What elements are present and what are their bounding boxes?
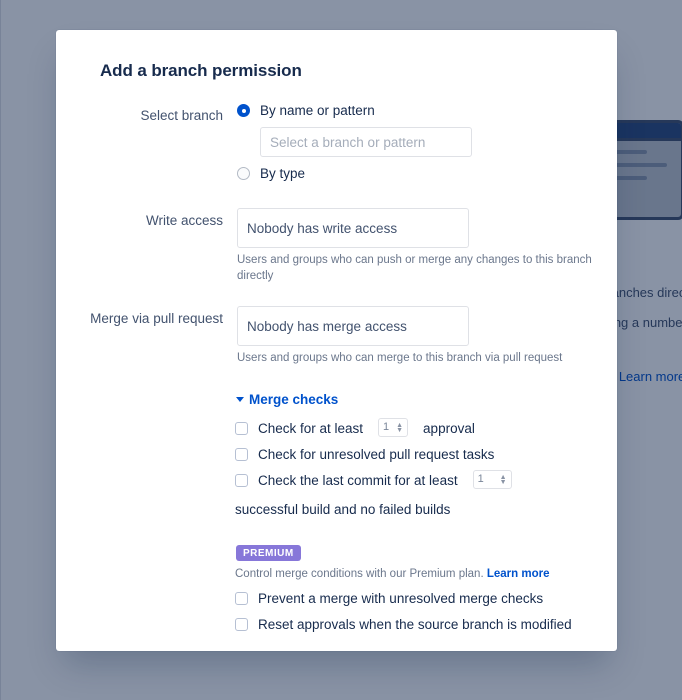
write-access-field: Nobody has write access Users and groups… — [235, 208, 593, 284]
merge-checks-toggle-label: Merge checks — [249, 392, 339, 407]
select-branch-label: Select branch — [140, 108, 223, 123]
premium-note-text: Control merge conditions with our Premiu… — [235, 567, 484, 580]
merge-access-help: Users and groups who can merge to this b… — [237, 352, 563, 364]
checkbox-icon-unresolved-tasks[interactable] — [235, 448, 248, 461]
radio-icon-by-type[interactable] — [237, 167, 250, 180]
radio-option-by-name[interactable]: By name or pattern — [237, 103, 593, 118]
checkbox-icon-reset-approvals[interactable] — [235, 617, 248, 631]
merge-access-input[interactable]: Nobody has merge access — [237, 306, 469, 346]
radio-label-by-type: By type — [260, 166, 306, 181]
write-access-label: Write access — [145, 213, 223, 228]
checkbox-row-prevent-merge[interactable]: Prevent a merge with unresolved merge ch… — [235, 589, 593, 608]
select-branch-field: By name or pattern Select a branch or pa… — [235, 103, 593, 190]
checkbox-label-approval-before: Check for at least — [258, 421, 364, 436]
build-count-stepper[interactable]: 1 ▲ ▼ — [472, 470, 512, 489]
checkbox-row-reset-approvals[interactable]: Reset approvals when the source branch i… — [235, 615, 593, 634]
checkbox-row-successful-build[interactable]: Check the last commit for at least 1 ▲ ▼ … — [235, 470, 593, 519]
radio-option-by-type[interactable]: By type — [237, 166, 593, 181]
checkbox-row-unresolved-tasks[interactable]: Check for unresolved pull request tasks — [235, 445, 593, 464]
build-count-value: 1 — [477, 473, 484, 485]
merge-access-label: Merge via pull request — [90, 311, 223, 326]
approval-count-value: 1 — [383, 421, 390, 433]
write-access-help: Users and groups who can push or merge a… — [237, 254, 592, 282]
branch-pattern-input[interactable]: Select a branch or pattern — [260, 127, 472, 157]
add-branch-permission-dialog: Add a branch permission Select branch By… — [56, 30, 617, 651]
premium-note: Control merge conditions with our Premiu… — [235, 568, 593, 580]
checkbox-label-approval-after: approval — [423, 421, 475, 436]
premium-learn-more-link[interactable]: Learn more — [487, 568, 550, 580]
premium-badge: PREMIUM — [236, 545, 301, 561]
radio-icon-by-name[interactable] — [237, 104, 250, 117]
form-row-merge-access: Merge via pull request Nobody has merge … — [80, 306, 593, 366]
form-row-write-access: Write access Nobody has write access Use… — [80, 208, 593, 284]
checkbox-icon-successful-build[interactable] — [235, 474, 248, 487]
radio-label-by-name: By name or pattern — [260, 103, 375, 118]
checkbox-icon-prevent-merge[interactable] — [235, 591, 248, 605]
chevron-down-icon — [236, 397, 244, 402]
merge-access-field: Nobody has merge access Users and groups… — [235, 306, 593, 366]
merge-checks-section: Merge checks Check for at least 1 ▲ ▼ app… — [80, 392, 593, 634]
merge-checks-toggle[interactable]: Merge checks — [235, 392, 593, 407]
checkbox-icon-approval[interactable] — [235, 422, 248, 435]
app-root: Protect your repository Prevent users fr… — [0, 0, 682, 700]
checkbox-label-prevent-merge: Prevent a merge with unresolved merge ch… — [258, 590, 544, 606]
stepper-arrows-icon[interactable]: ▲ ▼ — [500, 474, 507, 486]
checkbox-label-unresolved-tasks: Check for unresolved pull request tasks — [258, 447, 495, 462]
write-access-input[interactable]: Nobody has write access — [237, 208, 469, 248]
dialog-title: Add a branch permission — [100, 61, 302, 80]
stepper-arrows-icon[interactable]: ▲ ▼ — [396, 422, 403, 434]
checkbox-row-approval[interactable]: Check for at least 1 ▲ ▼ approval — [235, 418, 593, 438]
checkbox-label-build-after: successful build and no failed builds — [235, 502, 451, 517]
approval-count-stepper[interactable]: 1 ▲ ▼ — [378, 418, 409, 437]
form-row-select-branch: Select branch By name or pattern Select … — [80, 103, 593, 190]
checkbox-label-build-before: Check the last commit for at least — [258, 473, 458, 488]
checkbox-label-reset-approvals: Reset approvals when the source branch i… — [258, 616, 572, 632]
